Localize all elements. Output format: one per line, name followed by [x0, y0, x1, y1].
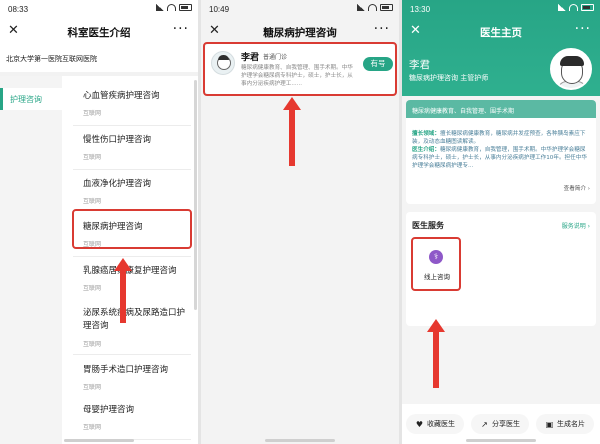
more-icon[interactable]: ··· [173, 21, 189, 37]
category-sidebar: 护理咨询 [0, 76, 62, 444]
status-bar: 08:33 [0, 0, 198, 20]
services-title: 医生服务 [412, 221, 444, 230]
signal-icon [357, 4, 365, 11]
nav-bar: ✕ 科室医生介绍 ··· [0, 20, 198, 44]
battery-icon [380, 4, 393, 11]
status-bar: 13:30 [402, 0, 600, 20]
home-indicator [265, 439, 335, 442]
red-arrow-annotation [427, 319, 445, 388]
red-arrow-annotation [114, 258, 132, 323]
highlight-box [72, 209, 192, 249]
status-time: 10:49 [209, 5, 230, 14]
highlight-box [203, 42, 397, 96]
service-description-link[interactable]: 服务说明 › [562, 221, 590, 230]
department-sub: 互联网 [83, 154, 102, 161]
highlight-box [411, 237, 461, 291]
screen-doctor-home: 13:30 ✕ 医生主页 ··· 李君 糖尿病护理咨询 主管护师 糖尿病健康教育… [402, 0, 600, 444]
share-label: 分享医生 [492, 420, 520, 428]
list-item[interactable]: 胃肠手术造口护理咨询 互联网 [73, 356, 191, 400]
more-icon[interactable]: ··· [374, 21, 390, 37]
department-sub: 互联网 [83, 285, 102, 292]
battery-icon [179, 4, 192, 11]
list-item[interactable]: 泌尿系统疾病及尿路造口护理咨询 互联网 [73, 299, 191, 355]
bottom-action-bar: ♥ 收藏医生 ↗ 分享医生 ▣ 生成名片 [402, 404, 600, 444]
red-arrow-annotation [283, 97, 301, 166]
more-icon[interactable]: ··· [575, 21, 591, 37]
share-doctor-button[interactable]: ↗ 分享医生 [471, 414, 529, 434]
list-item[interactable]: 慢性伤口护理咨询 互联网 [73, 126, 191, 170]
share-icon: ↗ [481, 419, 488, 429]
department-sub: 互联网 [83, 424, 102, 431]
info-header: 糖尿病健康教育、自我管理、围手术期 [406, 100, 596, 118]
nav-bar: ✕ 糖尿病护理咨询 ··· [201, 20, 399, 44]
hospital-name: 北京大学第一医院互联网医院 [6, 55, 97, 63]
favorite-label: 收藏医生 [427, 420, 455, 428]
generate-card-button[interactable]: ▣ 生成名片 [536, 414, 594, 434]
wifi-icon [569, 4, 578, 11]
department-sub: 互联网 [83, 110, 102, 117]
department-name: 血液净化护理咨询 [83, 179, 152, 189]
list-item[interactable]: 母婴护理咨询 互联网 [73, 396, 191, 440]
signal-icon [558, 4, 566, 11]
status-icons [558, 4, 594, 11]
nav-bar: ✕ 医生主页 ··· [402, 20, 600, 44]
page-title: 糖尿病护理咨询 [263, 27, 337, 39]
home-indicator [64, 439, 134, 442]
battery-icon [581, 4, 594, 11]
page-title: 医生主页 [480, 27, 522, 39]
status-time: 13:30 [410, 5, 431, 14]
card-icon: ▣ [545, 419, 554, 429]
list-item[interactable]: 心血管疾病护理咨询 互联网 [73, 82, 191, 126]
specialty-label: 擅长领域： [412, 131, 440, 137]
signal-icon [156, 4, 164, 11]
status-icons [357, 4, 393, 11]
status-time: 08:33 [8, 5, 29, 14]
status-bar: 10:49 [201, 0, 399, 20]
department-name: 慢性伤口护理咨询 [83, 135, 152, 145]
department-name: 泌尿系统疾病及尿路造口护理咨询 [83, 308, 186, 331]
avatar-hair [560, 56, 584, 66]
screen-department-doctors: 08:33 ✕ 科室医生介绍 ··· 北京大学第一医院互联网医院 护理咨询 心血… [0, 0, 198, 444]
department-sub: 互联网 [83, 341, 102, 348]
department-name: 乳腺癌居家康复护理咨询 [83, 266, 177, 276]
doctor-name: 李君 [409, 59, 430, 71]
wifi-icon [368, 4, 377, 11]
info-body: 擅长领域：擅长糖尿病健康教育，糖尿病并发症预查，各种胰岛素应下装，及动态血糖图读… [412, 130, 590, 170]
list-item[interactable]: 血液净化护理咨询 互联网 [73, 170, 191, 214]
department-name: 母婴护理咨询 [83, 405, 135, 415]
wifi-icon [167, 4, 176, 11]
profile-header: 13:30 ✕ 医生主页 ··· 李君 糖尿病护理咨询 主管护师 [402, 0, 600, 96]
home-indicator [466, 439, 536, 442]
department-sub: 互联网 [83, 198, 102, 205]
department-name: 胃肠手术造口护理咨询 [83, 365, 169, 375]
page-title: 科室医生介绍 [67, 27, 131, 39]
department-sub: 互联网 [83, 384, 102, 391]
department-name: 心血管疾病护理咨询 [83, 91, 160, 101]
scrollbar[interactable] [194, 80, 197, 310]
favorite-doctor-button[interactable]: ♥ 收藏医生 [406, 414, 464, 434]
doctor-info-card: 糖尿病健康教育、自我管理、围手术期 擅长领域：擅长糖尿病健康教育，糖尿病并发症预… [406, 100, 596, 204]
intro-label: 医生介绍： [412, 147, 440, 153]
card-label: 生成名片 [557, 420, 585, 428]
list-item[interactable]: 乳腺癌居家康复护理咨询 互联网 [73, 257, 191, 301]
status-icons [156, 4, 192, 11]
view-profile-link[interactable]: 查看简介 › [564, 184, 590, 192]
heart-icon: ♥ [415, 419, 424, 429]
doctor-title: 糖尿病护理咨询 主管护师 [409, 74, 489, 82]
sidebar-item-nursing-consult[interactable]: 护理咨询 [0, 88, 62, 110]
screen-diabetes-consult: 10:49 ✕ 糖尿病护理咨询 ··· 李君 普通门诊 糖尿病健康教育、自我管理… [201, 0, 399, 444]
avatar [550, 48, 592, 90]
